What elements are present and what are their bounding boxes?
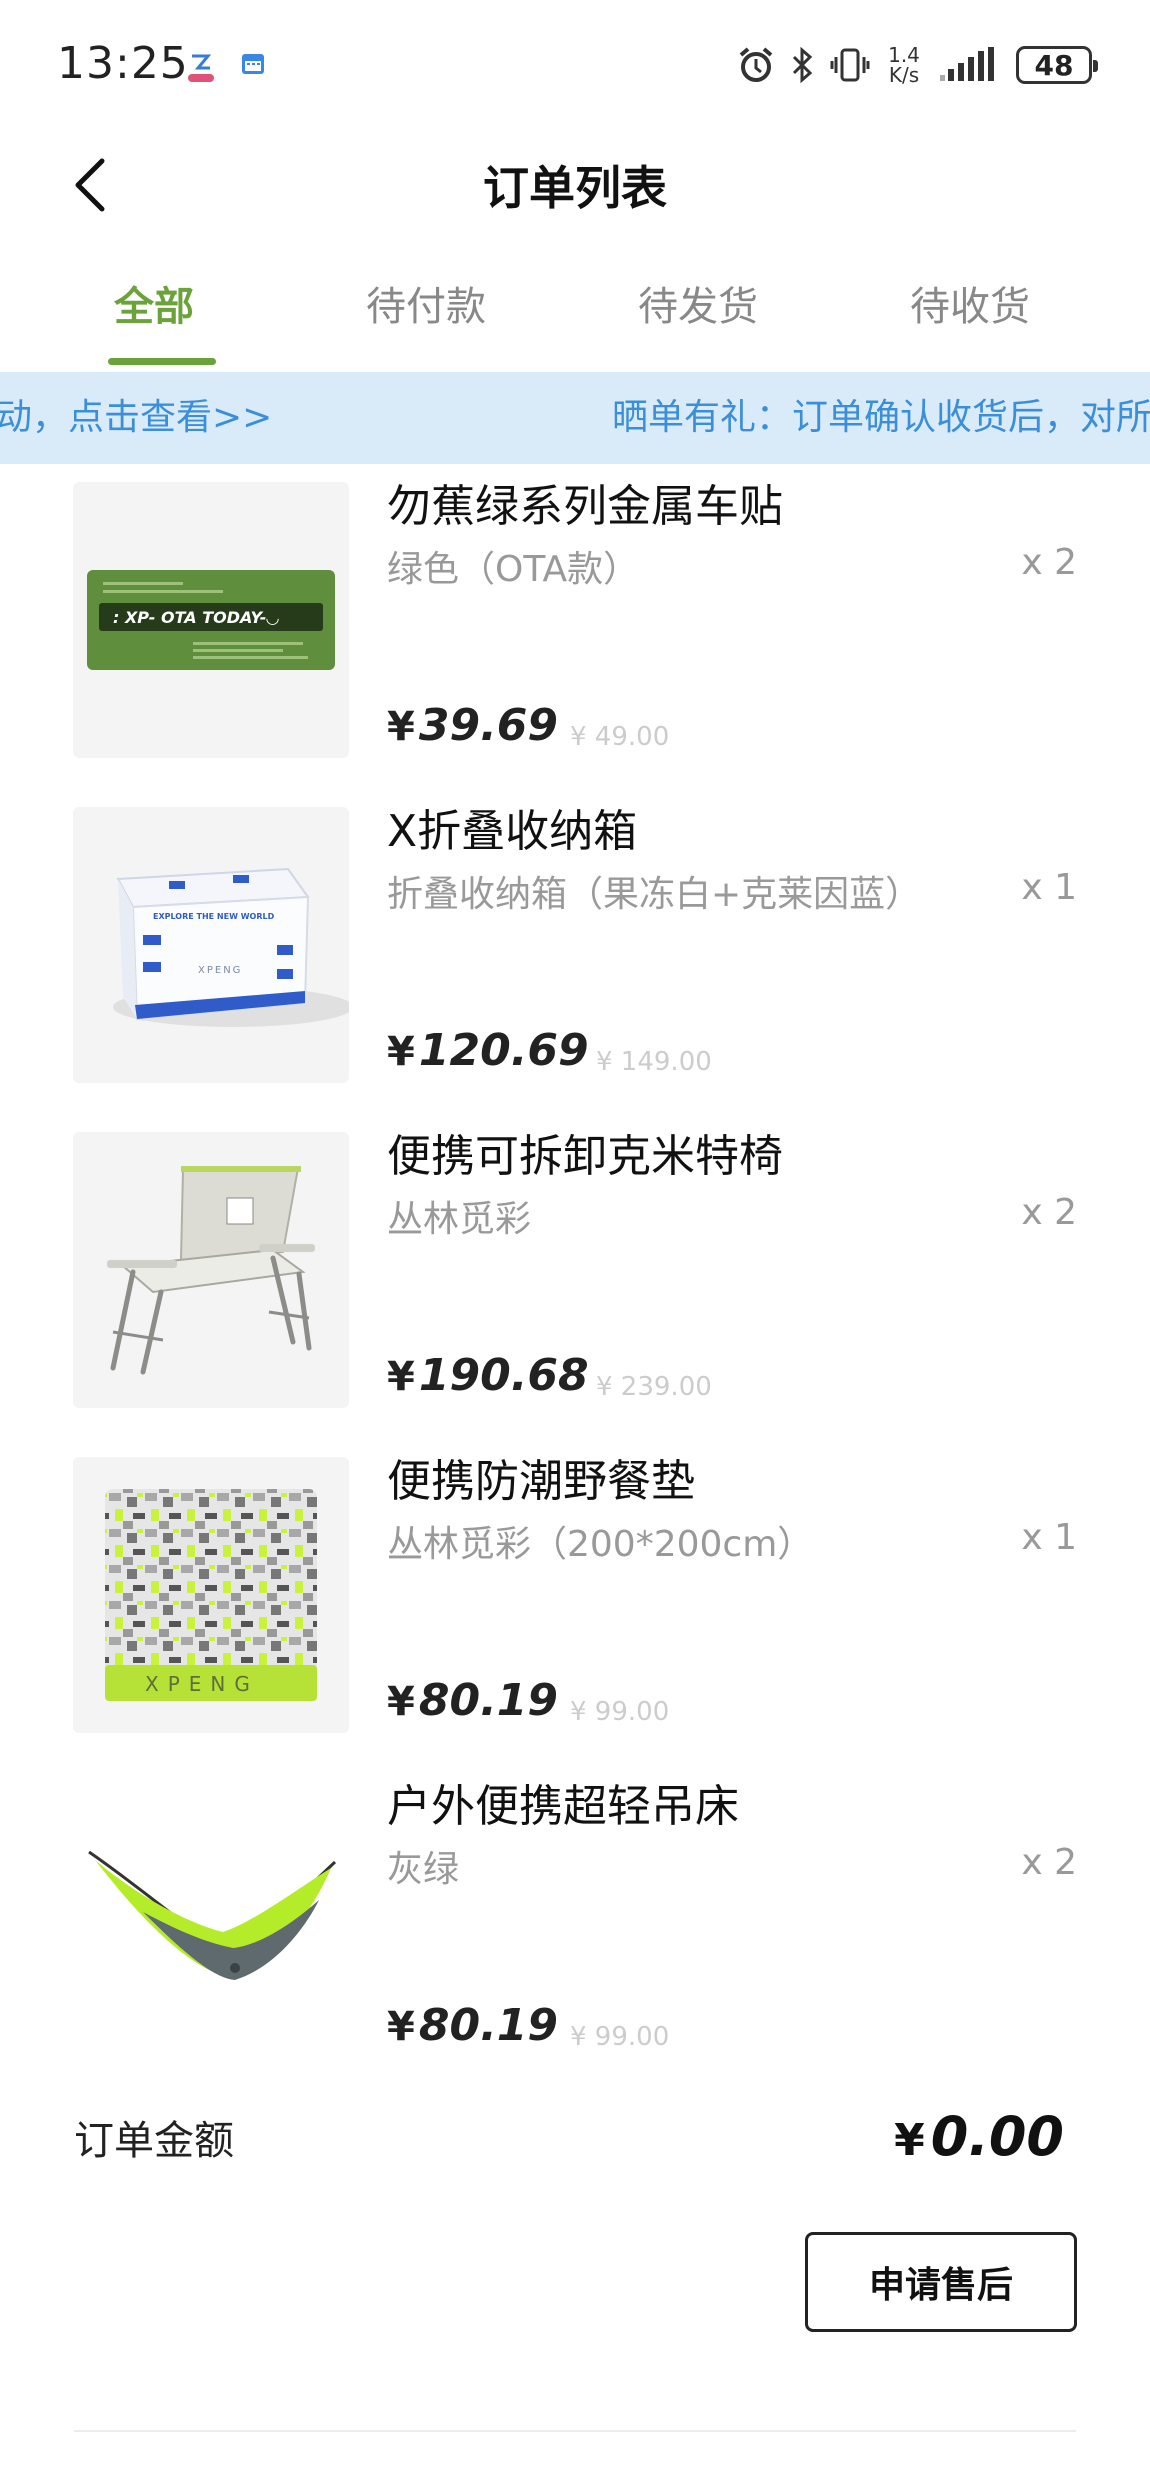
order-item[interactable]: 户外便携超轻吊床 灰绿 x 2 ¥80.19 ¥ 99.00 <box>0 1770 1150 2095</box>
banner-text-right: 晒单有礼：订单确认收货后，对所 <box>612 397 1150 438</box>
product-price: ¥80.19 <box>387 1675 558 1726</box>
product-name: 便携可拆卸克米特椅 <box>387 1131 783 1182</box>
order-item[interactable]: : XP- OTA TODAY-◡ 勿蕉绿系列金属车贴 绿色（OTA款） x 2… <box>0 470 1150 795</box>
box-slogan: EXPLORE THE NEW WORLD <box>153 912 275 921</box>
sticker-text: : XP- OTA TODAY-◡ <box>113 608 279 627</box>
currency-symbol: ¥ <box>387 1679 415 1725</box>
order-total-amount: 0.00 <box>930 2105 1064 2168</box>
tab-all[interactable]: 全部 <box>18 265 290 365</box>
tab-pending-receipt-label: 待收货 <box>910 284 1030 330</box>
product-quantity: x 2 <box>1021 1192 1077 1233</box>
banner-text-left: 动，点击查看>> <box>0 397 273 438</box>
network-speed-unit: K/s <box>888 63 920 87</box>
original-price: ¥ 99.00 <box>570 1697 670 1727</box>
original-price: ¥ 99.00 <box>570 2022 670 2052</box>
price-value: 190.68 <box>418 1350 589 1401</box>
product-image-chair <box>73 1132 349 1408</box>
order-item[interactable]: XPENG 便携防潮野餐垫 丛林觅彩（200*200cm） x 1 ¥80.19… <box>0 1445 1150 1770</box>
battery-indicator: 48 <box>1016 46 1098 84</box>
product-spec: 灰绿 <box>387 1849 460 1890</box>
order-total-value: ¥0.00 <box>894 2105 1064 2168</box>
product-image-car-sticker: : XP- OTA TODAY-◡ <box>73 482 349 758</box>
product-price: ¥80.19 <box>387 2000 558 2051</box>
tab-pending-receipt[interactable]: 待收货 <box>834 265 1106 365</box>
order-status-tabs: 全部 待付款 待发货 待收货 <box>0 265 1150 365</box>
promo-banner[interactable]: 动，点击查看>> 晒单有礼：订单确认收货后，对所 <box>0 372 1150 464</box>
price-value: 80.19 <box>418 2000 559 2051</box>
status-bar: 13:25 1.4 K/s 48 <box>0 0 1150 130</box>
bluetooth-icon <box>792 46 813 84</box>
product-price: ¥39.69 <box>387 700 558 751</box>
active-tab-indicator <box>108 358 216 365</box>
order-total-label: 订单金额 <box>74 2118 234 2164</box>
price-value: 120.69 <box>418 1025 589 1076</box>
order-item[interactable]: EXPLORE THE NEW WORLD XPENG X折叠收纳箱 折叠收纳箱… <box>0 795 1150 1120</box>
network-speed: 1.4 K/s <box>884 45 924 85</box>
product-quantity: x 1 <box>1021 867 1077 908</box>
product-name: 便携防潮野餐垫 <box>387 1456 695 1507</box>
network-speed-value: 1.4 <box>888 43 920 67</box>
order-item[interactable]: 便携可拆卸克米特椅 丛林觅彩 x 2 ¥190.68 ¥ 239.00 <box>0 1120 1150 1445</box>
tab-pending-shipment[interactable]: 待发货 <box>562 265 834 365</box>
product-price: ¥190.68 <box>387 1350 589 1401</box>
currency-symbol: ¥ <box>387 1354 415 1400</box>
product-image-hammock <box>73 1782 349 2058</box>
currency-symbol: ¥ <box>387 2004 415 2050</box>
status-icons: 1.4 K/s 48 <box>736 40 1098 90</box>
product-spec: 绿色（OTA款） <box>387 549 640 590</box>
product-image-storage-box: EXPLORE THE NEW WORLD XPENG <box>73 807 349 1083</box>
mat-brand: XPENG <box>145 1672 259 1696</box>
divider <box>74 2430 1076 2432</box>
product-name: X折叠收纳箱 <box>387 806 638 857</box>
product-quantity: x 1 <box>1021 1517 1077 1558</box>
currency-symbol: ¥ <box>894 2115 925 2166</box>
original-price: ¥ 49.00 <box>570 722 670 752</box>
product-spec: 丛林觅彩（200*200cm） <box>387 1524 814 1565</box>
currency-symbol: ¥ <box>387 1029 415 1075</box>
status-time: 13:25 <box>57 38 189 89</box>
calendar-app-icon <box>240 50 270 80</box>
apply-after-sales-button[interactable]: 申请售后 <box>805 2232 1077 2332</box>
tab-pending-shipment-label: 待发货 <box>638 284 758 330</box>
tab-all-label: 全部 <box>114 284 194 330</box>
navigation-header: 订单列表 <box>0 130 1150 240</box>
tab-pending-payment[interactable]: 待付款 <box>290 265 562 365</box>
product-name: 户外便携超轻吊床 <box>387 1781 739 1832</box>
product-quantity: x 2 <box>1021 1842 1077 1883</box>
signal-icon <box>940 47 994 81</box>
original-price: ¥ 149.00 <box>596 1047 712 1077</box>
price-value: 39.69 <box>418 700 559 751</box>
product-name: 勿蕉绿系列金属车贴 <box>387 481 783 532</box>
alarm-icon <box>739 47 773 82</box>
box-brand: XPENG <box>198 965 242 976</box>
product-spec: 丛林觅彩 <box>387 1199 532 1240</box>
price-value: 80.19 <box>418 1675 559 1726</box>
original-price: ¥ 239.00 <box>596 1372 712 1402</box>
product-quantity: x 2 <box>1021 542 1077 583</box>
page-title: 订单列表 <box>483 161 667 215</box>
tab-pending-payment-label: 待付款 <box>366 284 486 330</box>
cloud-app-icon <box>186 50 216 82</box>
product-spec: 折叠收纳箱（果冻白+克莱因蓝） <box>387 874 922 915</box>
currency-symbol: ¥ <box>387 704 415 750</box>
product-image-picnic-mat: XPENG <box>73 1457 349 1733</box>
product-price: ¥120.69 <box>387 1025 589 1076</box>
vibrate-icon <box>830 48 870 82</box>
